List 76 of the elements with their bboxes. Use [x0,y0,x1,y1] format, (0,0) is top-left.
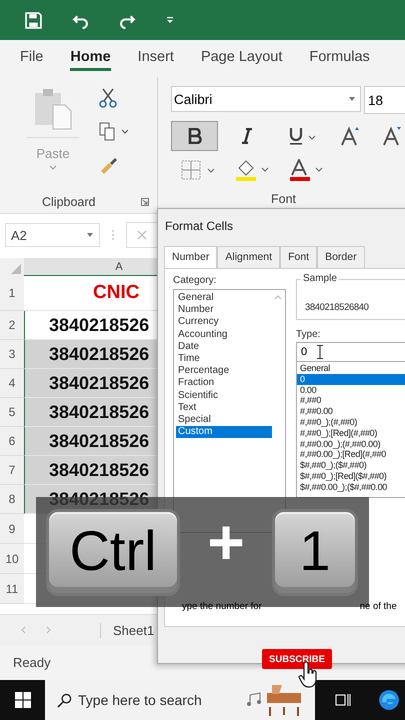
row-header[interactable]: 1 [0,276,24,311]
type-field[interactable]: 0 [296,342,405,362]
task-view-icon[interactable] [335,693,351,707]
dialog-tab[interactable]: Font [280,246,318,268]
sample-value: 3840218526840 [305,302,368,313]
ribbon-tab[interactable]: Formulas [309,46,370,71]
bold-icon [188,128,202,144]
piano-icon [264,683,304,717]
subscribe-button[interactable]: SUBSCRIBE [262,649,332,669]
dialog-tab[interactable]: Number [164,246,218,268]
search-icon [57,692,72,708]
search-field[interactable]: Type here to search [78,692,228,708]
type-item[interactable]: 0 [297,374,405,385]
row-header[interactable]: 7 [0,456,24,485]
row-header[interactable]: 4 [0,369,24,398]
keyboard-key: 1 [272,508,358,596]
type-item[interactable]: $#,##0.00_);($#,##0.00 [297,482,405,493]
type-item[interactable]: #,##0_);[Red](#,##0) [297,428,405,439]
name-box[interactable]: A2 [5,223,100,247]
start-icon[interactable] [15,692,31,708]
copy-icon[interactable] [98,121,128,143]
font-size-dropdown[interactable]: 18 [364,86,405,114]
row-header[interactable]: 8 [0,485,24,514]
italic-icon[interactable] [240,128,254,144]
row-header[interactable]: 6 [0,427,24,456]
dropdown-arrow-icon[interactable] [87,233,93,237]
customize-menu-icon[interactable] [166,16,174,24]
group-label: Font [271,192,298,206]
type-item[interactable]: General [297,363,405,374]
plus-sign: + [206,512,246,572]
category-item[interactable]: Custom [176,426,272,438]
cancel-icon [137,230,147,240]
grow-font-icon[interactable] [340,126,360,146]
sample-label: Sample [301,273,339,284]
type-item[interactable]: #,##0 [297,395,405,406]
hint-text: ype the number for [182,601,262,612]
keyboard-key: Ctrl [46,508,180,596]
dialog-launcher-icon[interactable] [141,198,149,206]
ribbon-tab[interactable]: Page Layout [200,46,282,71]
ribbon-tab[interactable]: Insert [138,46,174,71]
chevron-icon[interactable] [49,165,57,170]
ribbon-tab[interactable]: File [20,46,44,71]
type-item[interactable]: #,##0.00_);[Red](#,##0 [297,449,405,460]
row-header[interactable]: 9 [0,514,24,544]
bold-button[interactable] [171,121,218,151]
row-header[interactable]: 2 [0,311,24,340]
fill-color-icon[interactable] [235,159,269,181]
type-item[interactable]: $#,##0_);[Red]($#,##0) [297,470,405,482]
underline-icon[interactable] [288,127,318,145]
music-notes-icon [246,692,262,708]
row-header[interactable]: 11 [0,574,24,604]
group-label: Clipboard [42,195,96,209]
browser-icon[interactable] [378,689,400,711]
dialog-tab[interactable]: Alignment [217,246,280,268]
type-item[interactable]: #,##0.00 [297,406,405,417]
dialog-title: Format Cells [165,219,234,233]
cut-icon[interactable] [98,87,118,109]
dialog-tab[interactable]: Border [317,246,365,268]
sheet-tab[interactable]: Sheet1 [100,622,154,638]
dropdown-arrow-icon[interactable] [349,97,355,101]
shrink-font-icon[interactable] [382,126,402,146]
text-cursor-icon [317,345,324,359]
type-item[interactable]: #,##0_);(#,##0) [297,416,405,428]
type-label: Type: [296,329,322,340]
font-color-icon[interactable] [289,159,323,181]
type-item[interactable]: #,##0.00_);(#,##0.00) [297,438,405,450]
save-icon[interactable] [25,12,42,28]
status-text: Ready [13,655,51,670]
borders-icon[interactable] [181,159,215,181]
ribbon-tab[interactable]: Home [70,46,111,71]
row-header[interactable]: 5 [0,398,24,427]
type-item[interactable]: $#,##0_);($#,##0) [297,460,405,471]
type-item[interactable]: 0.00 [297,384,405,396]
row-header[interactable]: 10 [0,544,24,574]
row-header[interactable]: 3 [0,340,24,369]
font-name-dropdown[interactable]: Calibri [171,86,361,112]
